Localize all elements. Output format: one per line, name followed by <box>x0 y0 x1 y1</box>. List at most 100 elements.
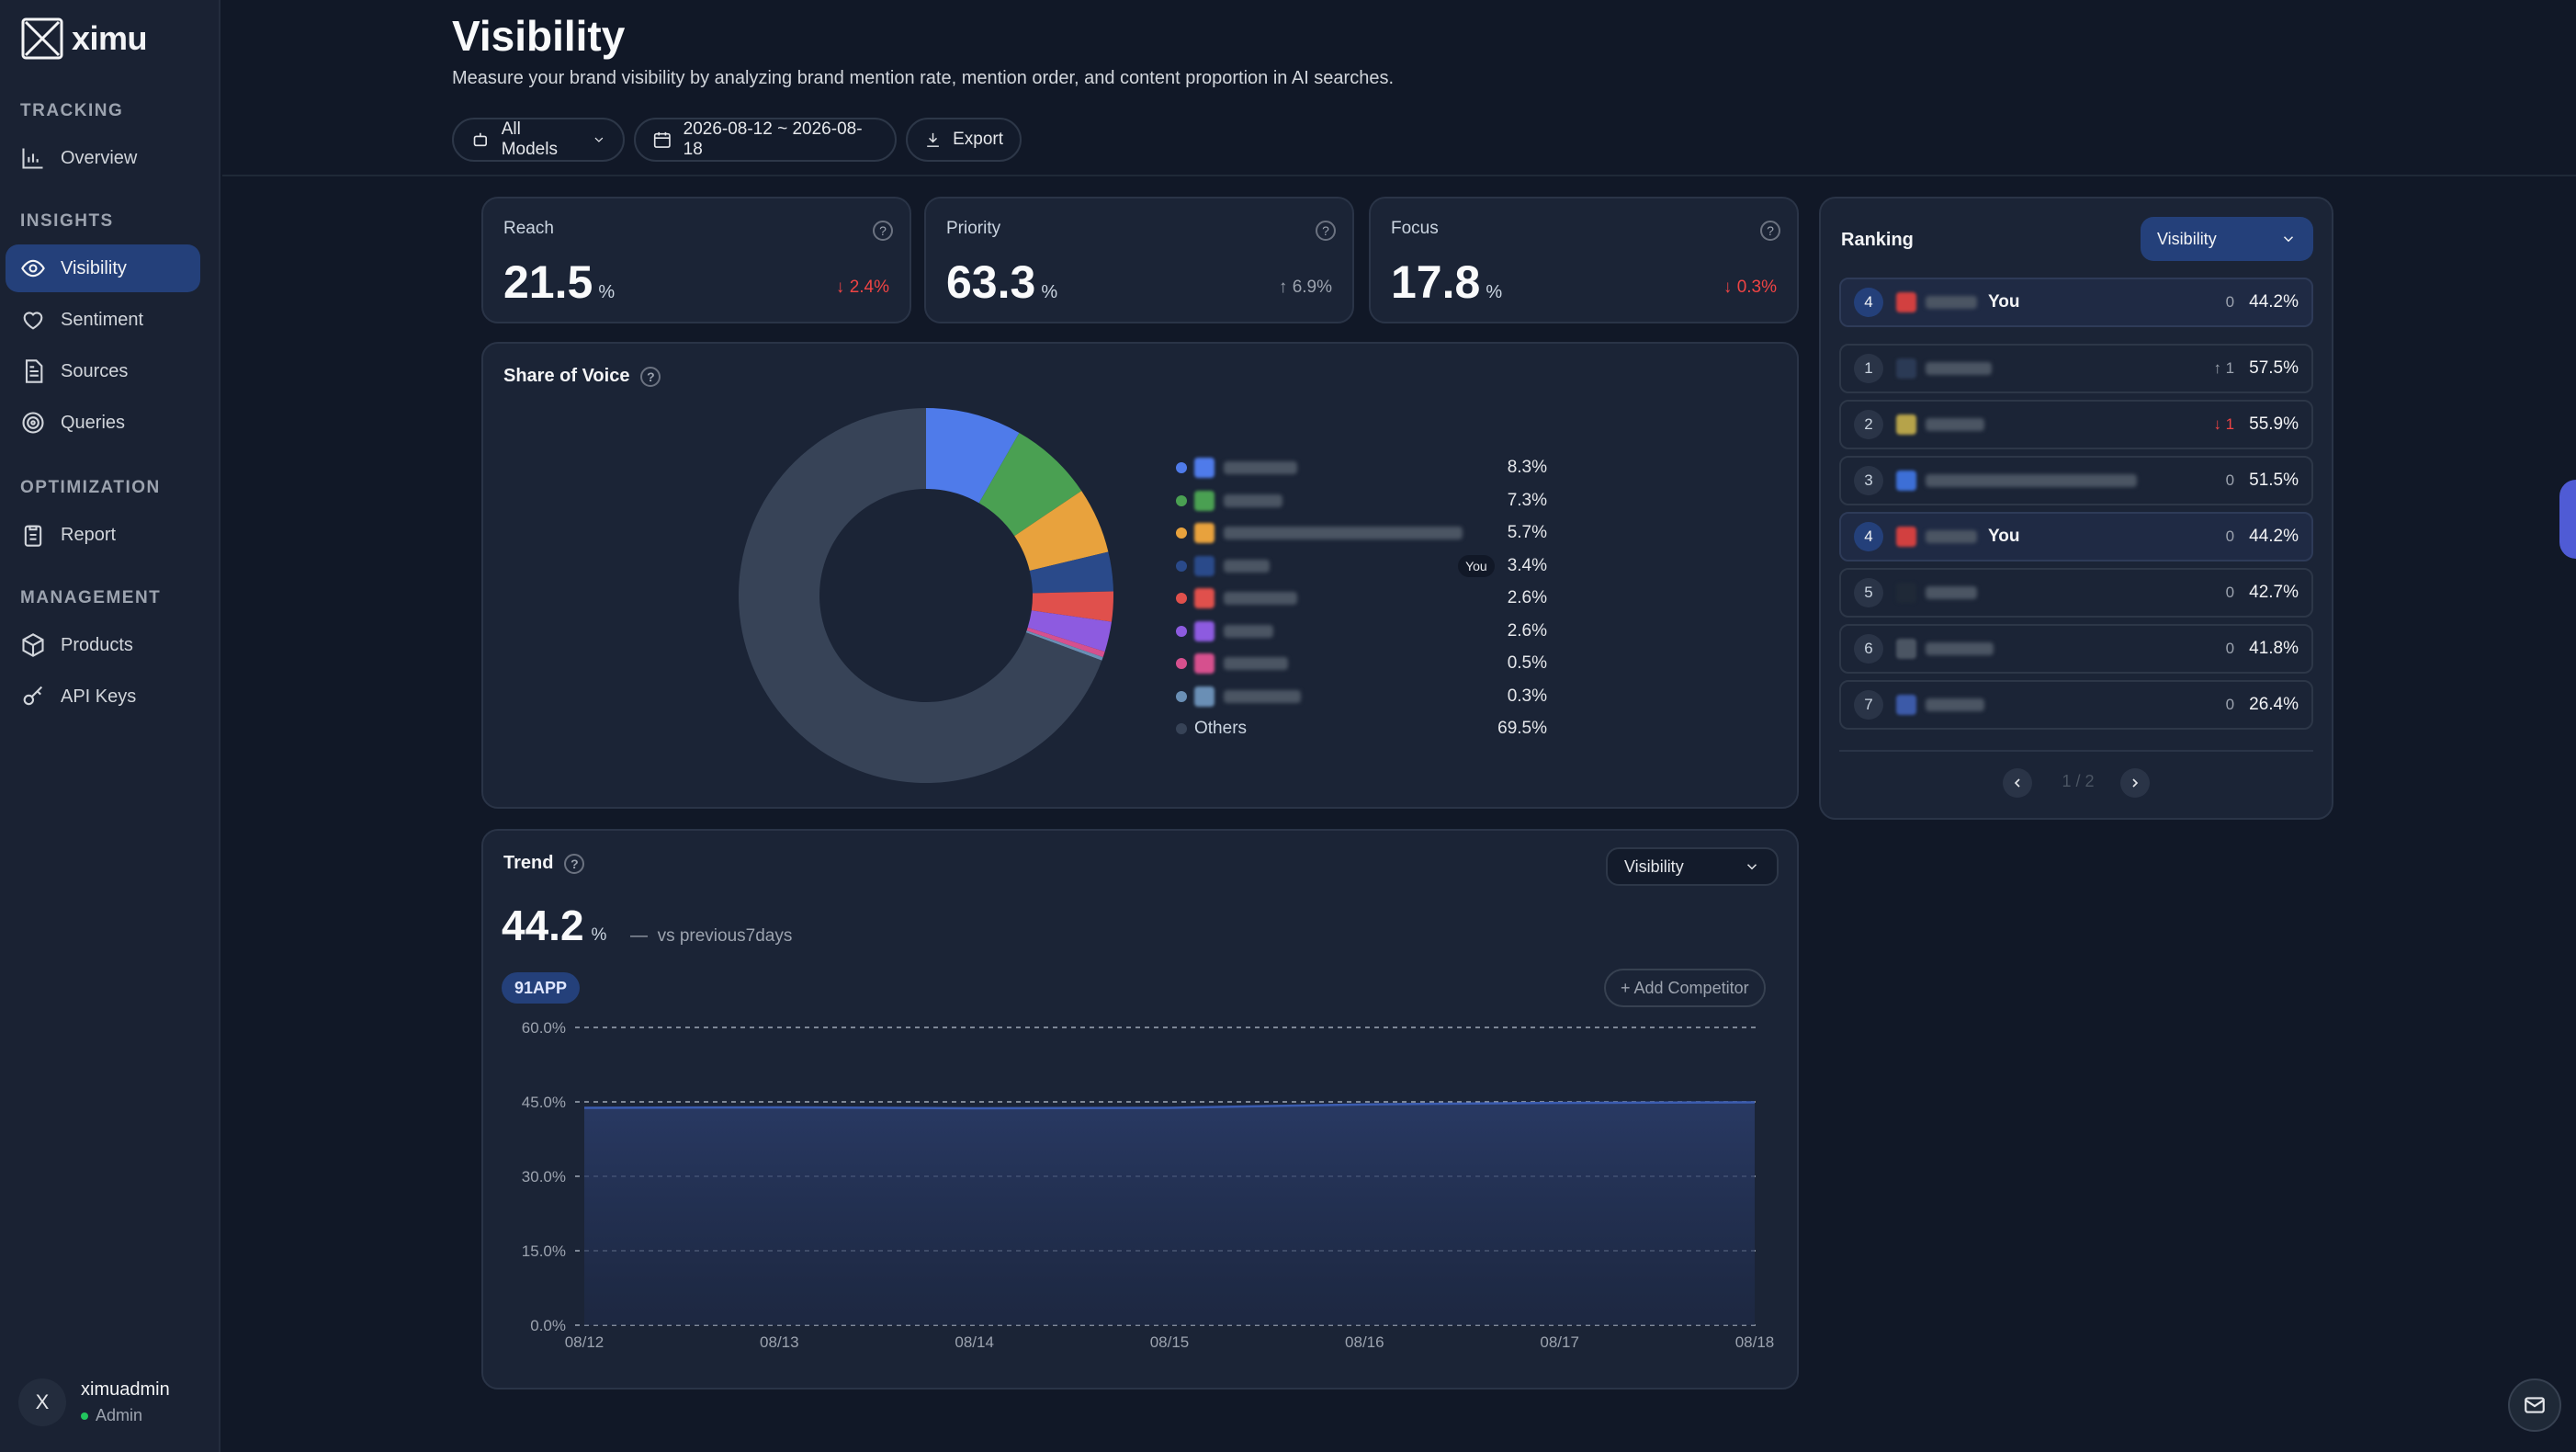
legend-percent: 2.6% <box>1507 620 1547 641</box>
help-icon[interactable]: ? <box>564 853 585 874</box>
key-icon <box>23 686 43 706</box>
trend-metric-select[interactable]: Visibility <box>1606 847 1779 886</box>
legend-percent: 3.4% <box>1507 555 1547 575</box>
legend-item[interactable]: 2.6% <box>1176 584 1547 612</box>
user-profile[interactable]: X ximuadmin Admin <box>18 1378 170 1426</box>
metric-delta-value: 6.9% <box>1292 278 1332 297</box>
legend-item[interactable]: 8.3% <box>1176 454 1547 482</box>
add-competitor-button[interactable]: + Add Competitor <box>1604 969 1766 1007</box>
ranking-row[interactable]: 6 0 41.8% <box>1839 624 2313 674</box>
legend-name-redacted <box>1224 689 1301 703</box>
feedback-tab[interactable] <box>2559 480 2576 559</box>
y-tick-label: 15.0% <box>522 1242 566 1260</box>
legend-item[interactable]: 0.5% <box>1176 650 1547 677</box>
sidebar-item-report[interactable]: Report <box>6 511 200 559</box>
metric-delta-value: 2.4% <box>849 278 889 297</box>
brand-logo <box>1896 471 1916 491</box>
sidebar-item-sentiment[interactable]: Sentiment <box>6 296 200 344</box>
legend-dot <box>1176 625 1187 637</box>
sidebar-item-overview[interactable]: Overview <box>6 134 200 182</box>
message-button[interactable] <box>2508 1378 2561 1432</box>
brand-logo <box>1194 620 1215 641</box>
rank-number: 5 <box>1854 578 1883 607</box>
ranking-pinned-row[interactable]: 4 You 0 44.2% <box>1839 278 2313 327</box>
legend-name-redacted <box>1224 461 1297 474</box>
metric-number: 63.3 <box>946 256 1036 308</box>
help-icon[interactable]: ? <box>873 221 893 241</box>
help-icon[interactable]: ? <box>1316 221 1336 241</box>
prev-page-button[interactable] <box>2003 768 2032 798</box>
brand-logo <box>1896 695 1916 715</box>
trend-unit: % <box>591 925 607 945</box>
ranking-row[interactable]: 5 0 42.7% <box>1839 568 2313 618</box>
export-button[interactable]: Export <box>906 118 1022 162</box>
legend-percent: 8.3% <box>1507 458 1547 477</box>
page-title: Visibility <box>452 12 626 60</box>
chevron-right-icon <box>2132 778 2139 788</box>
rank-change: ↑ 1 <box>2213 359 2235 377</box>
chevron-down-icon <box>594 137 604 142</box>
trend-dash: — <box>630 926 648 946</box>
sidebar-item-sources[interactable]: Sources <box>6 347 200 395</box>
user-name: ximuadmin <box>81 1379 170 1400</box>
logo-icon <box>21 17 63 60</box>
rank-percent: 51.5% <box>2249 471 2299 490</box>
legend-dot <box>1176 462 1187 473</box>
app-logo[interactable]: ximu <box>20 17 148 61</box>
sidebar-item-products[interactable]: Products <box>6 621 200 669</box>
online-status-dot <box>81 1412 88 1420</box>
brand-name-redacted <box>1926 418 1984 431</box>
rank-change: 0 <box>2225 696 2235 713</box>
rank-percent: 57.5% <box>2249 358 2299 378</box>
x-tick-label: 08/13 <box>760 1333 799 1351</box>
brand-logo <box>1194 555 1215 576</box>
brand-logo <box>1896 639 1916 659</box>
sidebar-item-label: Sources <box>61 360 129 381</box>
legend-item[interactable]: You 3.4% <box>1176 552 1547 580</box>
brand-name-redacted <box>1926 642 1994 655</box>
date-range-picker[interactable]: 2026-08-12 ~ 2026-08-18 <box>634 118 897 162</box>
next-page-button[interactable] <box>2120 768 2150 798</box>
metric-card-reach: Reach ? 21.5% ↓ 2.4% <box>481 197 911 323</box>
legend-percent: 0.3% <box>1507 686 1547 706</box>
ranking-row[interactable]: 2 ↓ 1 55.9% <box>1839 400 2313 449</box>
brand-tag[interactable]: 91APP <box>502 972 581 1004</box>
brand-name-redacted <box>1926 296 1977 309</box>
sidebar-item-label: Report <box>61 524 117 545</box>
sidebar-item-api-keys[interactable]: API Keys <box>6 673 200 720</box>
legend-dot <box>1176 723 1187 734</box>
ranking-row[interactable]: 3 0 51.5% <box>1839 456 2313 505</box>
rank-change: 0 <box>2225 640 2235 657</box>
sidebar-item-queries[interactable]: Queries <box>6 399 200 447</box>
user-role-label: Admin <box>96 1406 143 1424</box>
help-icon[interactable]: ? <box>640 366 661 387</box>
avatar: X <box>18 1378 66 1426</box>
box-icon <box>22 633 44 657</box>
target-icon <box>22 412 44 434</box>
legend-dot <box>1176 593 1187 604</box>
share-of-voice-donut <box>739 408 1113 783</box>
you-badge: You <box>1458 554 1495 577</box>
legend-item[interactable]: 0.3% <box>1176 683 1547 710</box>
card-title: Share of Voice? <box>503 366 661 387</box>
ranking-row[interactable]: 4 You 0 44.2% <box>1839 512 2313 562</box>
ranking-metric-select[interactable]: Visibility <box>2141 217 2313 261</box>
clipboard-icon <box>24 525 42 547</box>
brand-logo <box>1194 490 1215 511</box>
robot-icon <box>473 132 487 147</box>
ranking-row[interactable]: 1 ↑ 1 57.5% <box>1839 344 2313 393</box>
metric-value: 63.3% <box>946 255 1057 309</box>
legend-item[interactable]: 7.3% <box>1176 487 1547 515</box>
model-filter-dropdown[interactable]: All Models <box>452 118 625 162</box>
help-icon[interactable]: ? <box>1760 221 1780 241</box>
ranking-row[interactable]: 7 0 26.4% <box>1839 680 2313 730</box>
sidebar-item-visibility[interactable]: Visibility <box>6 244 200 292</box>
x-tick-label: 08/12 <box>565 1333 604 1351</box>
legend-item[interactable]: 5.7% <box>1176 519 1547 547</box>
page-subtitle: Measure your brand visibility by analyzi… <box>452 68 1395 88</box>
share-of-voice-title: Share of Voice <box>503 366 630 386</box>
x-tick-label: 08/15 <box>1150 1333 1190 1351</box>
legend-item[interactable]: Others 69.5% <box>1176 715 1547 743</box>
legend-item[interactable]: 2.6% <box>1176 618 1547 645</box>
trend-area <box>584 1102 1755 1325</box>
